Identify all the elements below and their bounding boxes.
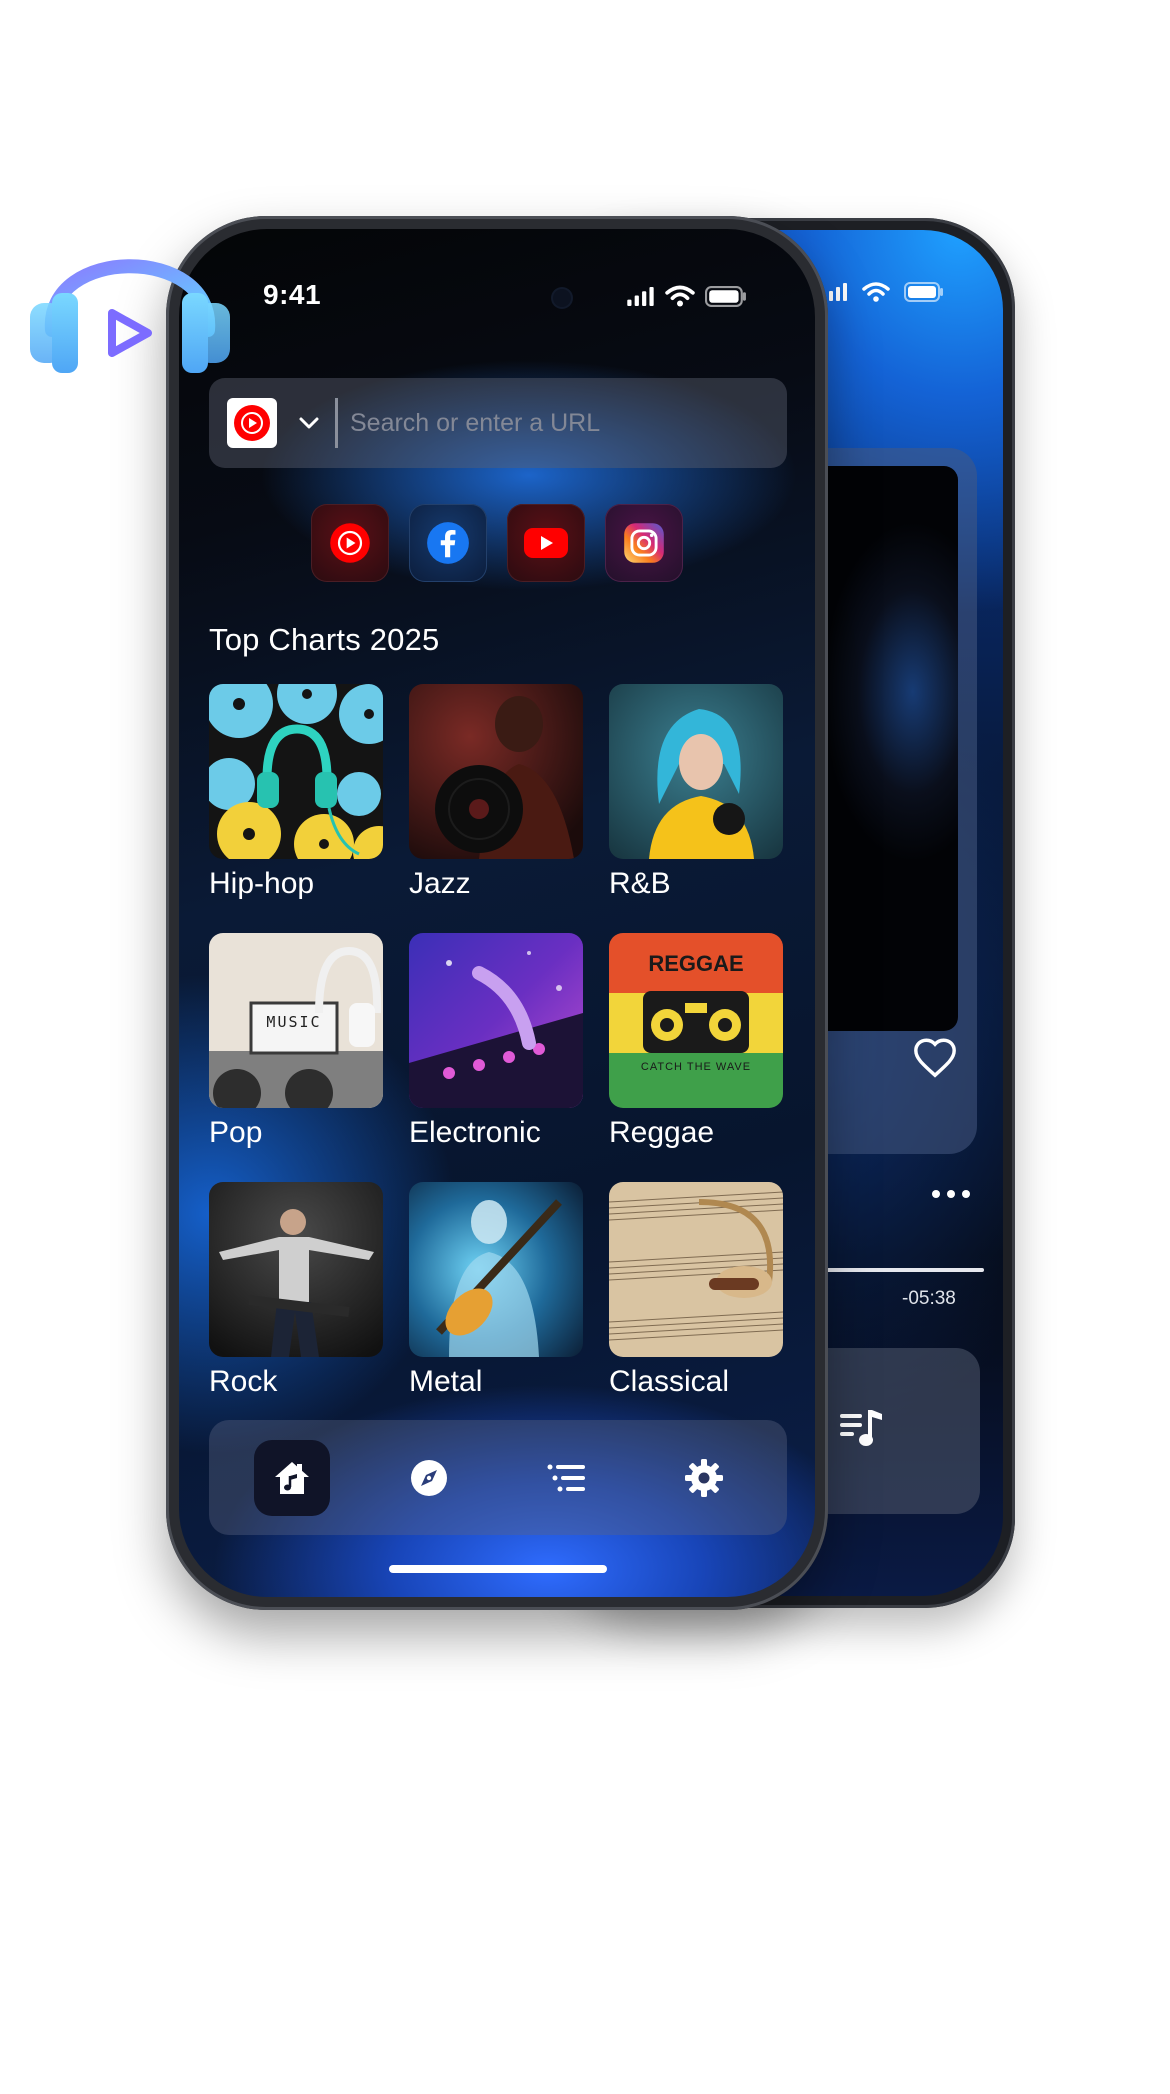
hip-hop-artwork <box>209 684 383 859</box>
battery-icon <box>705 285 746 307</box>
battery-icon <box>904 282 943 302</box>
nav-home[interactable] <box>253 1439 330 1516</box>
queue-music-icon[interactable] <box>840 1410 884 1450</box>
genre-thumbnail <box>409 684 583 859</box>
quick-link-instagram[interactable] <box>605 504 683 582</box>
genre-label: Reggae <box>609 1116 715 1149</box>
reggae-tagline-text: CATCH THE WAVE <box>640 1061 752 1073</box>
dot-icon <box>947 1190 955 1198</box>
genre-card-rnb[interactable]: R&B <box>609 684 783 901</box>
genre-label: Electronic <box>409 1116 541 1149</box>
metal-artwork <box>409 1182 583 1357</box>
search-engine-dropdown[interactable] <box>289 403 329 443</box>
search-input[interactable] <box>338 393 787 453</box>
playback-progress-bar[interactable] <box>824 1268 984 1272</box>
quick-link-facebook[interactable] <box>409 504 487 582</box>
genre-label: Jazz <box>409 867 471 900</box>
genre-thumbnail: REGGAE CATCH THE WAVE <box>609 933 783 1108</box>
genre-thumbnail <box>409 933 583 1108</box>
genre-card-hip-hop[interactable]: Hip-hop <box>209 684 383 901</box>
instagram-icon <box>624 523 664 563</box>
quick-link-youtube[interactable] <box>507 504 585 582</box>
status-bar: 9:41 <box>179 279 815 319</box>
wifi-icon <box>862 282 890 302</box>
nav-explore[interactable] <box>391 1440 467 1516</box>
rnb-artwork <box>609 684 783 859</box>
home-screen: 9:41 Search or enter a URL Top Charts 20… <box>179 229 815 1597</box>
list-icon <box>547 1464 585 1491</box>
bottom-nav <box>209 1420 787 1535</box>
genre-label: R&B <box>609 867 671 900</box>
headphones-play-icon <box>30 259 230 373</box>
dot-icon <box>962 1190 970 1198</box>
home-phone-mockup: 9:41 Search or enter a URL Top Charts 20… <box>166 216 828 1610</box>
home-indicator[interactable] <box>389 1565 607 1573</box>
quick-link-youtube-music[interactable] <box>311 504 389 582</box>
classical-artwork <box>609 1182 783 1357</box>
app-logo <box>30 215 230 385</box>
genre-card-reggae[interactable]: REGGAE CATCH THE WAVE Reggae <box>609 933 783 1150</box>
front-camera <box>553 289 571 307</box>
dot-icon <box>932 1190 940 1198</box>
status-time: 9:41 <box>263 279 322 310</box>
home-music-icon <box>274 1461 309 1494</box>
genre-card-electronic[interactable]: Electronic <box>409 933 583 1150</box>
genre-label: Pop <box>209 1116 263 1149</box>
chevron-down-icon <box>299 417 319 429</box>
more-options-button[interactable] <box>932 1190 970 1198</box>
genre-label: Rock <box>209 1365 278 1398</box>
wifi-icon <box>665 285 695 307</box>
search-engine-selector[interactable] <box>227 398 277 448</box>
genre-label: Hip-hop <box>209 867 315 900</box>
pop-sign-text: MUSIC <box>266 1013 322 1031</box>
signal-icon <box>627 286 654 306</box>
genre-card-classical[interactable]: Classical <box>609 1182 783 1399</box>
quick-links <box>179 504 815 582</box>
status-icons <box>627 285 747 307</box>
rock-artwork <box>209 1182 383 1357</box>
genre-card-rock[interactable]: Rock <box>209 1182 383 1399</box>
search-bar <box>209 378 787 468</box>
nav-settings[interactable] <box>666 1440 742 1516</box>
favorite-button[interactable] <box>912 1036 958 1082</box>
genre-card-pop[interactable]: MUSIC Pop <box>209 933 383 1150</box>
genre-grid: Hip-hop Jazz R&B MUSIC Pop Electronic RE… <box>209 684 789 1399</box>
genre-card-metal[interactable]: Metal <box>409 1182 583 1399</box>
nav-playlists[interactable] <box>529 1440 605 1516</box>
genre-card-jazz[interactable]: Jazz <box>409 684 583 901</box>
facebook-icon <box>427 522 469 564</box>
jazz-artwork <box>409 684 583 859</box>
youtube-icon <box>524 528 568 558</box>
genre-thumbnail: MUSIC <box>209 933 383 1108</box>
genre-thumbnail <box>409 1182 583 1357</box>
genre-label: Metal <box>409 1365 483 1398</box>
section-title: Top Charts 2025 <box>209 622 440 657</box>
genre-thumbnail <box>609 1182 783 1357</box>
reggae-title-text: REGGAE <box>648 951 744 976</box>
compass-icon <box>411 1459 448 1496</box>
youtube-music-icon <box>330 523 370 563</box>
genre-label: Classical <box>609 1365 730 1398</box>
time-remaining: -05:38 <box>902 1288 956 1309</box>
electronic-artwork <box>409 933 583 1108</box>
genre-thumbnail <box>609 684 783 859</box>
heart-icon <box>914 1038 956 1078</box>
genre-thumbnail <box>209 1182 383 1357</box>
gear-icon <box>685 1458 724 1497</box>
youtube-music-icon <box>234 405 270 441</box>
genre-thumbnail <box>209 684 383 859</box>
player-status-icons <box>822 282 944 302</box>
